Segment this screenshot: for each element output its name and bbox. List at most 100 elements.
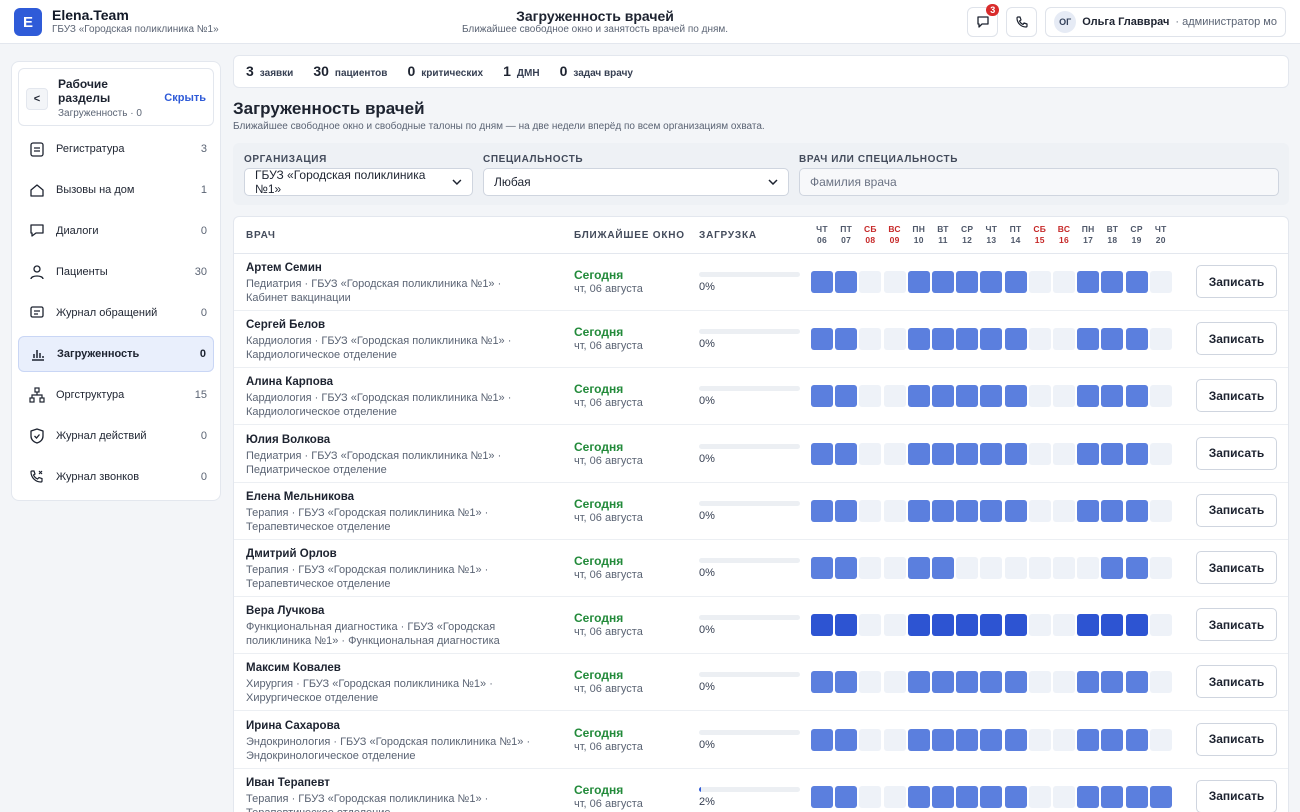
day-slot-cell[interactable] (1149, 385, 1172, 408)
doctor-name[interactable]: Елена Мельникова (246, 491, 354, 503)
day-slot-cell[interactable] (980, 614, 1003, 637)
day-slot-cell[interactable] (1077, 328, 1100, 351)
day-slot-cell[interactable] (1077, 671, 1100, 694)
day-slot-cell[interactable] (932, 442, 954, 465)
day-slot-cell[interactable] (1125, 785, 1148, 808)
book-button[interactable]: Записать (1196, 436, 1277, 470)
day-slot-cell[interactable] (835, 614, 858, 637)
book-button[interactable]: Записать (1196, 551, 1277, 584)
phone-button[interactable] (1006, 7, 1038, 37)
sidebar-item-3[interactable]: Пациенты 30 (18, 254, 214, 290)
day-slot-cell[interactable] (835, 557, 858, 579)
day-slot-cell[interactable] (932, 671, 954, 694)
doctor-name[interactable]: Иван Терапевт (246, 777, 330, 789)
day-slot-cell[interactable] (883, 271, 906, 293)
book-button[interactable]: Записать (1196, 265, 1277, 298)
day-slot-cell[interactable] (1101, 385, 1124, 408)
day-slot-cell[interactable] (1028, 728, 1051, 751)
day-slot-cell[interactable] (811, 728, 833, 751)
day-slot-cell[interactable] (1028, 614, 1051, 637)
book-button[interactable]: Записать (1196, 379, 1277, 413)
day-slot-cell[interactable] (907, 614, 930, 637)
day-slot-cell[interactable] (1149, 499, 1172, 522)
day-slot-cell[interactable] (1028, 328, 1051, 351)
day-slot-cell[interactable] (835, 328, 858, 351)
day-slot-cell[interactable] (883, 728, 906, 751)
day-slot-cell[interactable] (907, 385, 930, 408)
sidebar-item-1[interactable]: Вызовы на дом 1 (18, 172, 214, 208)
day-slot-cell[interactable] (1101, 442, 1124, 465)
day-slot-cell[interactable] (883, 328, 906, 351)
day-slot-cell[interactable] (1077, 271, 1100, 293)
day-slot-cell[interactable] (1077, 785, 1100, 808)
book-button[interactable]: Записать (1196, 779, 1277, 812)
day-slot-cell[interactable] (932, 557, 954, 579)
sidebar-item-5[interactable]: Загруженность 0 (18, 336, 214, 372)
doctor-name[interactable]: Артем Семин (246, 262, 322, 274)
day-slot-cell[interactable] (1004, 785, 1027, 808)
day-slot-cell[interactable] (1101, 499, 1124, 522)
day-slot-cell[interactable] (811, 614, 833, 637)
day-slot-cell[interactable] (956, 499, 979, 522)
day-slot-cell[interactable] (859, 499, 882, 522)
day-slot-cell[interactable] (811, 328, 833, 351)
day-slot-cell[interactable] (1053, 614, 1075, 637)
sidebar-item-0[interactable]: Регистратура 3 (18, 131, 214, 167)
day-slot-cell[interactable] (1125, 385, 1148, 408)
day-slot-cell[interactable] (835, 728, 858, 751)
day-slot-cell[interactable] (835, 385, 858, 408)
day-slot-cell[interactable] (1053, 442, 1075, 465)
day-slot-cell[interactable] (811, 385, 833, 408)
doctor-name[interactable]: Максим Ковалев (246, 662, 341, 674)
day-slot-cell[interactable] (932, 614, 954, 637)
day-slot-cell[interactable] (1149, 671, 1172, 694)
book-button[interactable]: Записать (1196, 665, 1277, 699)
day-slot-cell[interactable] (1004, 728, 1027, 751)
day-slot-cell[interactable] (811, 499, 833, 522)
day-slot-cell[interactable] (1077, 557, 1100, 579)
sidebar-hide-button[interactable]: Скрыть (164, 92, 206, 104)
day-slot-cell[interactable] (932, 328, 954, 351)
day-slot-cell[interactable] (907, 328, 930, 351)
day-slot-cell[interactable] (980, 785, 1003, 808)
day-slot-cell[interactable] (1101, 671, 1124, 694)
sidebar-item-7[interactable]: Журнал действий 0 (18, 418, 214, 454)
day-slot-cell[interactable] (1004, 557, 1027, 579)
book-button[interactable]: Записать (1196, 322, 1277, 356)
day-slot-cell[interactable] (859, 728, 882, 751)
day-slot-cell[interactable] (1149, 728, 1172, 751)
day-slot-cell[interactable] (1077, 499, 1100, 522)
spec-select[interactable]: Любая (483, 168, 789, 196)
day-slot-cell[interactable] (932, 728, 954, 751)
day-slot-cell[interactable] (835, 499, 858, 522)
day-slot-cell[interactable] (980, 328, 1003, 351)
day-slot-cell[interactable] (956, 557, 979, 579)
day-slot-cell[interactable] (835, 785, 858, 808)
day-slot-cell[interactable] (1053, 328, 1075, 351)
book-button[interactable]: Записать (1196, 493, 1277, 527)
day-slot-cell[interactable] (1149, 442, 1172, 465)
day-slot-cell[interactable] (1053, 499, 1075, 522)
day-slot-cell[interactable] (835, 442, 858, 465)
day-slot-cell[interactable] (907, 785, 930, 808)
day-slot-cell[interactable] (1028, 557, 1051, 579)
day-slot-cell[interactable] (835, 271, 858, 293)
day-slot-cell[interactable] (1004, 271, 1027, 293)
day-slot-cell[interactable] (1004, 614, 1027, 637)
book-button[interactable]: Записать (1196, 608, 1277, 642)
day-slot-cell[interactable] (1028, 271, 1051, 293)
doctor-search-input[interactable]: Фамилия врача (799, 168, 1279, 196)
day-slot-cell[interactable] (1101, 728, 1124, 751)
day-slot-cell[interactable] (811, 785, 833, 808)
day-slot-cell[interactable] (1125, 728, 1148, 751)
day-slot-cell[interactable] (1125, 328, 1148, 351)
day-slot-cell[interactable] (835, 671, 858, 694)
day-slot-cell[interactable] (1101, 271, 1124, 293)
day-slot-cell[interactable] (1149, 557, 1172, 579)
doctor-name[interactable]: Вера Лучкова (246, 605, 324, 617)
day-slot-cell[interactable] (1149, 328, 1172, 351)
doctor-name[interactable]: Дмитрий Орлов (246, 548, 337, 560)
day-slot-cell[interactable] (1053, 385, 1075, 408)
day-slot-cell[interactable] (1004, 442, 1027, 465)
day-slot-cell[interactable] (980, 728, 1003, 751)
